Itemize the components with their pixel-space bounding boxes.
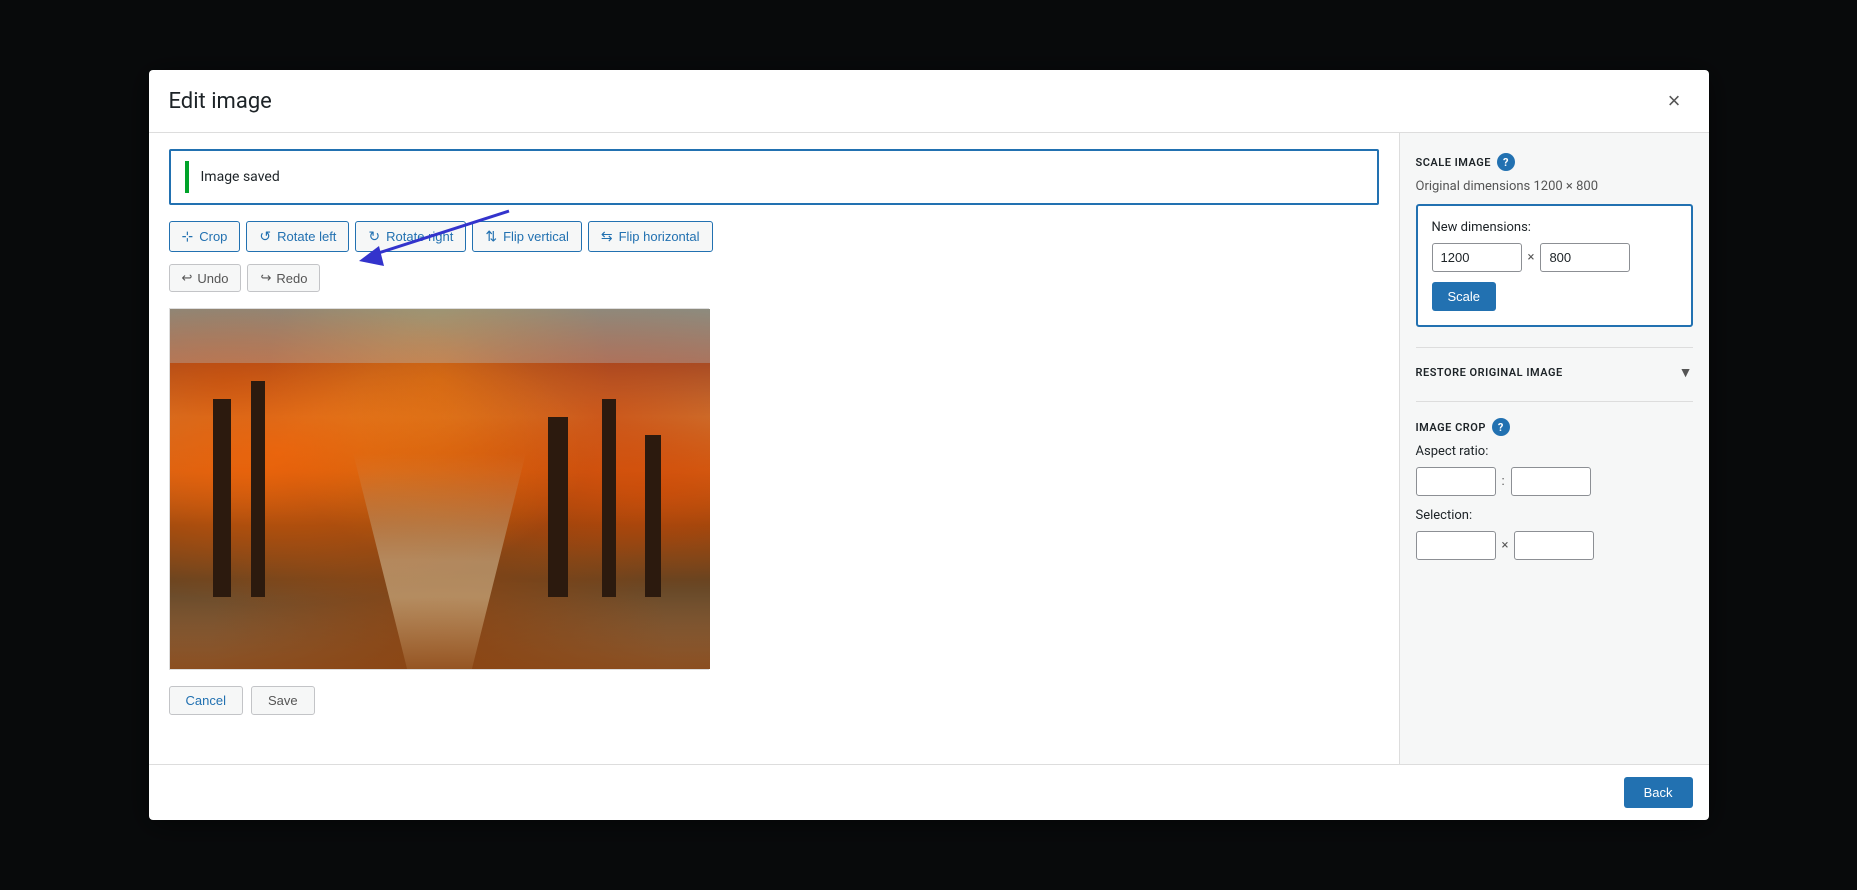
undo-label: Undo: [197, 271, 228, 286]
notice-indicator: [185, 161, 189, 193]
tree-trunk-2: [251, 381, 265, 597]
rotate-right-icon: ↻: [368, 228, 380, 245]
redo-icon: ↪: [260, 270, 271, 286]
scale-help-icon[interactable]: ?: [1497, 153, 1515, 171]
sky-area: [170, 309, 710, 363]
crop-label: Crop: [199, 229, 227, 244]
redo-label: Redo: [276, 271, 307, 286]
undo-button[interactable]: ↩ Undo: [169, 264, 242, 292]
aspect-ratio-inputs: :: [1416, 467, 1693, 496]
flip-horizontal-label: Flip horizontal: [619, 229, 700, 244]
leaves-ground: [170, 597, 710, 669]
selection-height-input[interactable]: [1514, 531, 1594, 560]
crop-icon: ⊹: [182, 228, 194, 245]
dims-inputs: ×: [1432, 243, 1677, 272]
tree-trunk-1: [213, 399, 231, 597]
toolbar: ⊹ Crop ↺ Rotate left ↻ Rotate right ⇅ Fl…: [169, 221, 1379, 252]
aspect-ratio-label: Aspect ratio:: [1416, 444, 1693, 459]
tree-trunk-4: [602, 399, 616, 597]
notice-text: Image saved: [201, 169, 280, 185]
aspect-ratio-width-input[interactable]: [1416, 467, 1496, 496]
right-sidebar: SCALE IMAGE ? Original dimensions 1200 ×…: [1399, 133, 1709, 764]
rotate-right-button[interactable]: ↻ Rotate right: [355, 221, 466, 252]
dims-x-separator: ×: [1528, 250, 1535, 265]
image-preview: [169, 308, 709, 670]
tree-trunk-3: [548, 417, 568, 597]
selection-x-separator: ×: [1502, 538, 1509, 553]
new-dims-label: New dimensions:: [1432, 220, 1677, 235]
selection-width-input[interactable]: [1416, 531, 1496, 560]
cancel-button[interactable]: Cancel: [169, 686, 243, 715]
image-crop-section: IMAGE CROP ? Aspect ratio: : Selection: …: [1416, 401, 1693, 572]
back-btn-container: Back: [149, 764, 1709, 820]
restore-header[interactable]: RESTORE ORIGINAL IMAGE ▼: [1416, 364, 1693, 381]
image-canvas: [170, 309, 710, 669]
redo-button[interactable]: ↪ Redo: [247, 264, 320, 292]
rotate-left-label: Rotate left: [277, 229, 336, 244]
crop-help-icon[interactable]: ?: [1492, 418, 1510, 436]
undo-icon: ↩: [182, 270, 193, 286]
rotate-left-icon: ↺: [259, 228, 271, 245]
undo-redo-bar: ↩ Undo ↪ Redo: [169, 264, 1379, 292]
selection-inputs: ×: [1416, 531, 1693, 560]
rotate-right-label: Rotate right: [386, 229, 453, 244]
scale-image-title: SCALE IMAGE ?: [1416, 153, 1693, 171]
modal-body: Image saved ⊹ Crop ↺ Rotate left: [149, 133, 1709, 764]
save-button[interactable]: Save: [251, 686, 315, 715]
chevron-down-icon: ▼: [1679, 364, 1693, 381]
footer-buttons: Cancel Save: [169, 670, 1379, 715]
modal-title: Edit image: [169, 89, 272, 114]
modal-close-button[interactable]: ×: [1660, 86, 1689, 116]
height-input[interactable]: [1540, 243, 1630, 272]
selection-label: Selection:: [1416, 508, 1693, 523]
edit-image-modal: Edit image × Image saved: [149, 70, 1709, 820]
crop-button[interactable]: ⊹ Crop: [169, 221, 241, 252]
flip-horizontal-icon: ⇆: [601, 228, 613, 245]
rotate-left-button[interactable]: ↺ Rotate left: [246, 221, 349, 252]
back-button[interactable]: Back: [1624, 777, 1693, 808]
flip-vertical-icon: ⇅: [485, 228, 497, 245]
aspect-ratio-height-input[interactable]: [1511, 467, 1591, 496]
scale-image-section: SCALE IMAGE ? Original dimensions 1200 ×…: [1416, 153, 1693, 327]
notice-bar: Image saved: [169, 149, 1379, 205]
flip-vertical-button[interactable]: ⇅ Flip vertical: [472, 221, 581, 252]
scale-button[interactable]: Scale: [1432, 282, 1497, 311]
tree-trunk-5: [645, 435, 661, 597]
modal-overlay: Edit image × Image saved: [0, 0, 1857, 890]
ratio-colon: :: [1502, 474, 1505, 489]
editor-area: Image saved ⊹ Crop ↺ Rotate left: [149, 133, 1399, 764]
restore-title: RESTORE ORIGINAL IMAGE: [1416, 366, 1563, 379]
scale-box: New dimensions: × Scale: [1416, 204, 1693, 327]
flip-horizontal-button[interactable]: ⇆ Flip horizontal: [588, 221, 713, 252]
original-dimensions: Original dimensions 1200 × 800: [1416, 179, 1693, 194]
image-crop-title: IMAGE CROP ?: [1416, 418, 1693, 436]
flip-vertical-label: Flip vertical: [503, 229, 569, 244]
restore-section: RESTORE ORIGINAL IMAGE ▼: [1416, 347, 1693, 381]
modal-header: Edit image ×: [149, 70, 1709, 133]
width-input[interactable]: [1432, 243, 1522, 272]
